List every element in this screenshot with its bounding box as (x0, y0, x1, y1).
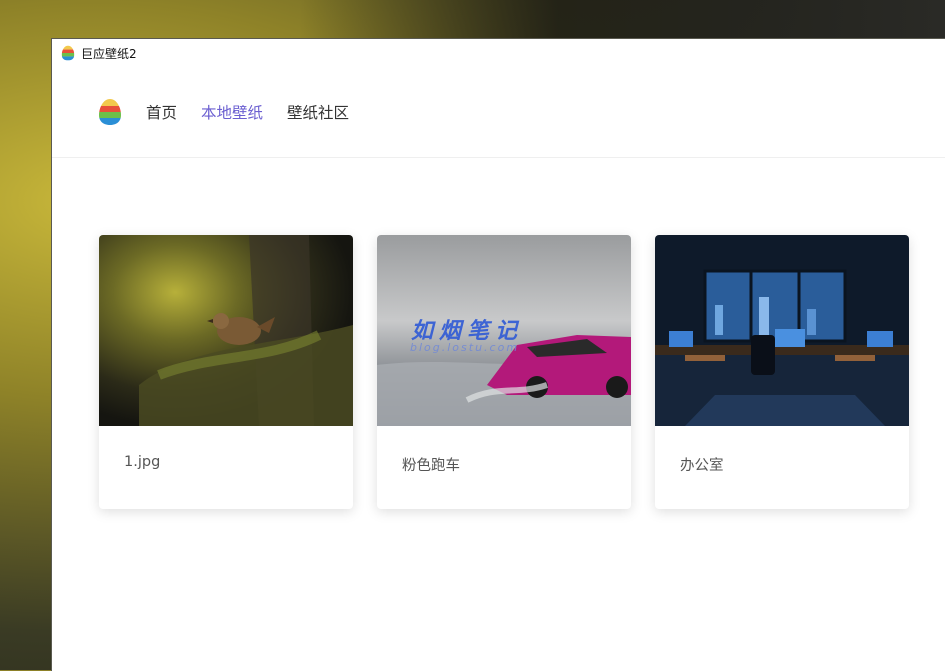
desktop-background (300, 0, 945, 40)
wallpaper-card[interactable]: 1.jpg (99, 235, 353, 509)
nav-home[interactable]: 首页 (146, 101, 177, 123)
wallpaper-card[interactable]: 办公室 (655, 235, 909, 509)
wallpaper-thumbnail-bird[interactable] (99, 235, 353, 426)
watermark-subtext: blog.lostu.com (410, 341, 520, 354)
app-window: 巨应壁纸2 首页 本地壁纸 壁纸社区 1.jpg 如烟笔记 blog.lostu… (51, 38, 945, 671)
wallpaper-grid: 1.jpg 如烟笔记 blog.lostu.com 粉色跑车 办公室 (99, 235, 909, 509)
wallpaper-title: 粉色跑车 (402, 458, 460, 474)
app-logo-icon (99, 99, 121, 125)
window-title: 巨应壁纸2 (81, 46, 137, 61)
wallpaper-title: 1.jpg (124, 454, 161, 470)
app-header: 首页 本地壁纸 壁纸社区 (52, 67, 945, 158)
wallpaper-thumbnail-office[interactable] (655, 235, 909, 426)
wallpaper-card[interactable]: 如烟笔记 blog.lostu.com 粉色跑车 (377, 235, 631, 509)
nav-wallpaper-community[interactable]: 壁纸社区 (287, 101, 349, 123)
title-bar[interactable]: 巨应壁纸2 (52, 39, 945, 67)
nav-local-wallpapers[interactable]: 本地壁纸 (201, 101, 263, 123)
app-logo-icon (61, 45, 75, 61)
wallpaper-title: 办公室 (680, 458, 724, 474)
wallpaper-thumbnail-car[interactable]: 如烟笔记 blog.lostu.com (377, 235, 631, 426)
